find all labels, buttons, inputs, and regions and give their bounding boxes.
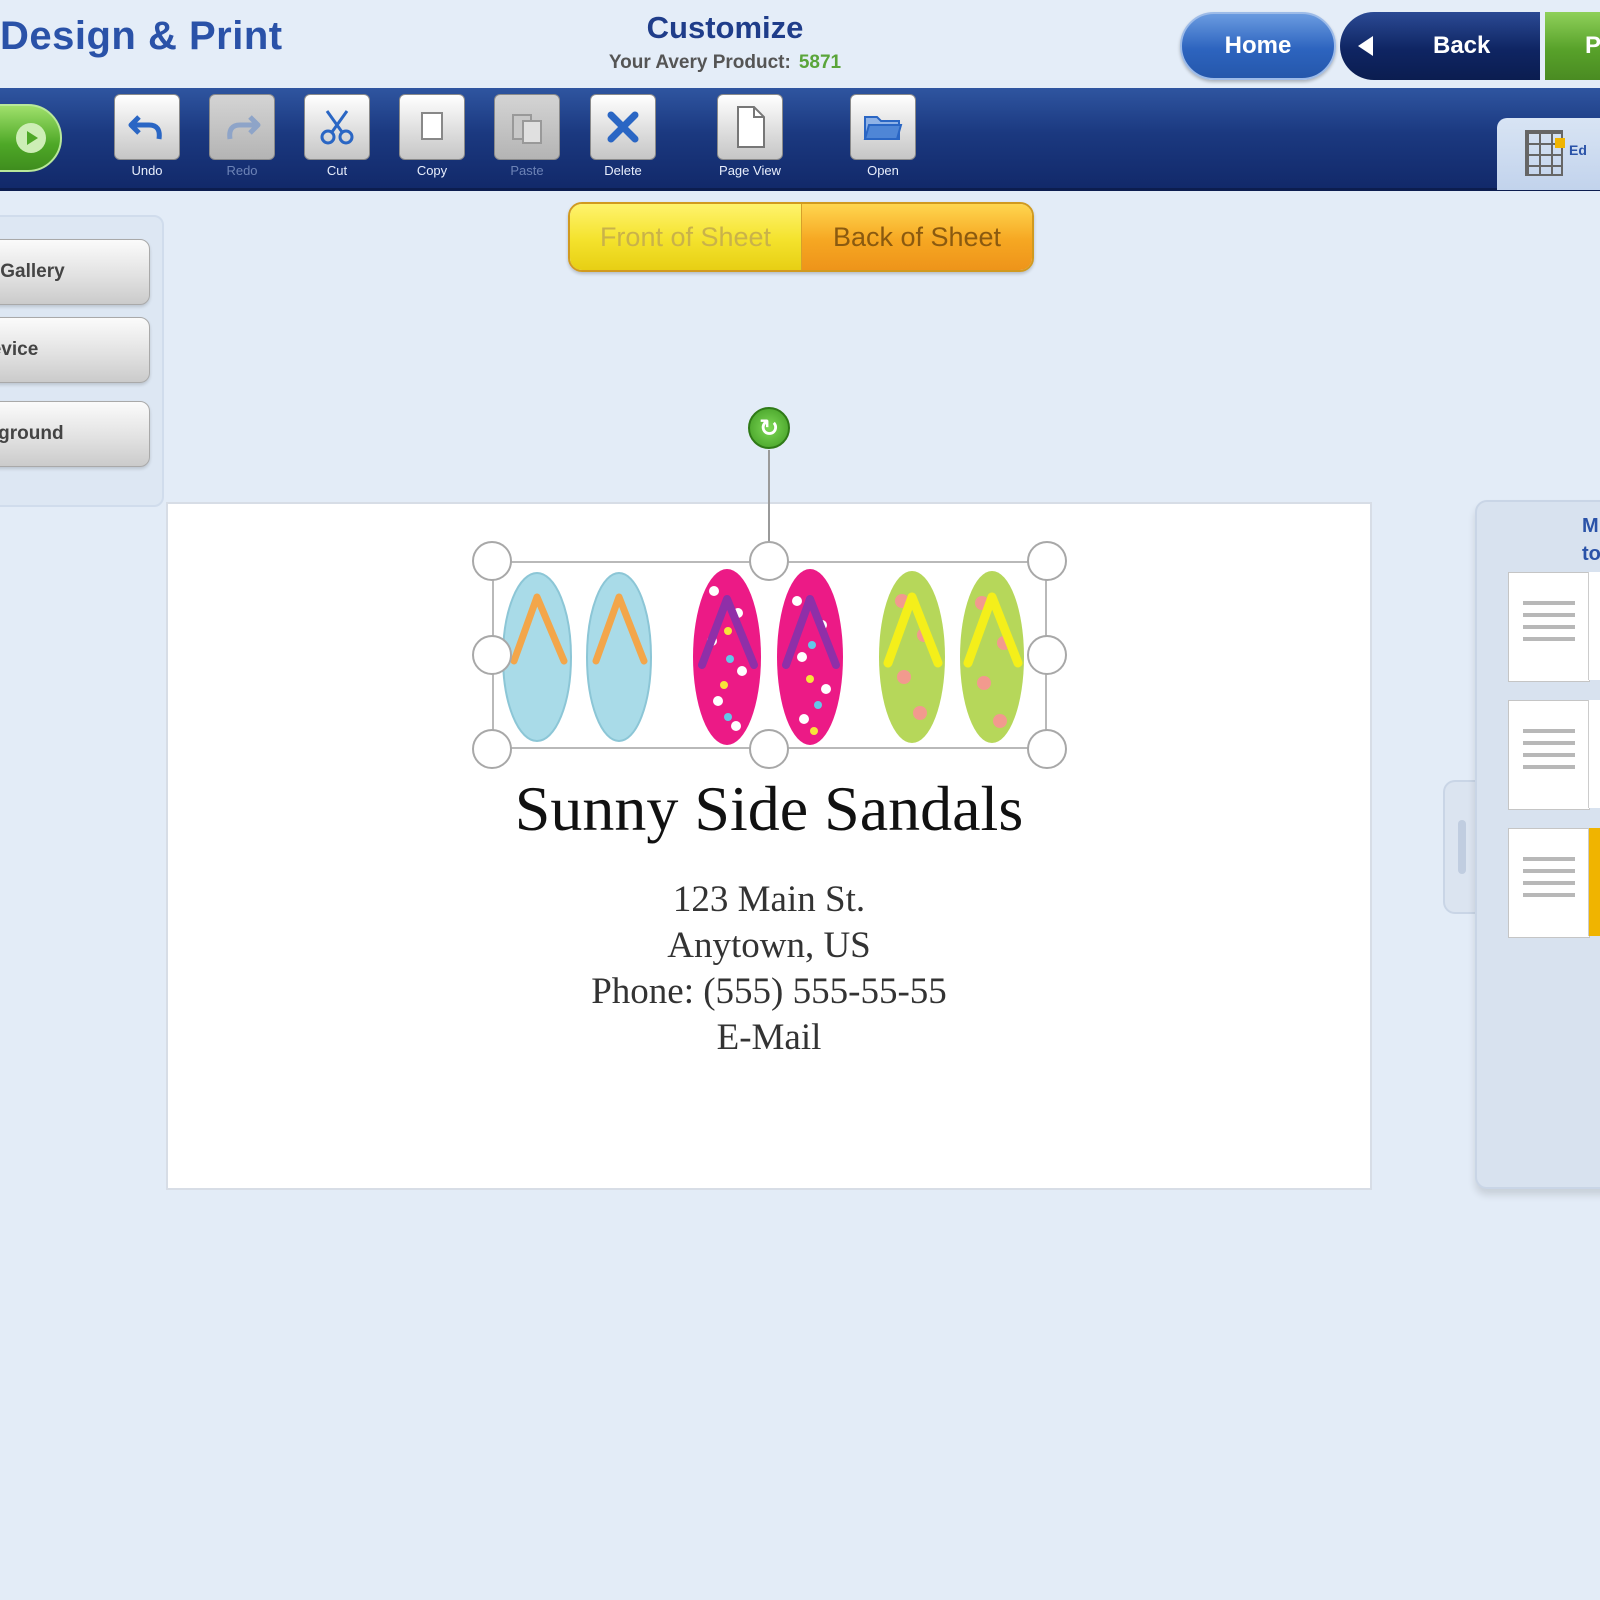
sidebar-item-label: ckground [0,423,64,444]
back-arrow-icon [1358,36,1373,56]
open-label: Open [867,163,899,178]
back-button[interactable]: Back [1340,12,1540,80]
copy-label: Copy [416,163,448,178]
play-button[interactable] [0,104,62,172]
layout-thumbnail[interactable] [1508,700,1590,810]
open-icon [850,94,916,160]
phone-line[interactable]: Phone: (555) 555-55-55 [166,970,1372,1013]
layout-thumbnail[interactable] [1508,572,1590,682]
home-button-label: Home [1224,32,1292,59]
cut-label: Cut [326,163,348,178]
resize-handle-right[interactable] [1027,635,1067,675]
layout-thumbnail[interactable] [1588,700,1600,808]
edit-tab[interactable]: Ed [1497,118,1600,190]
sidebar-item-gallery[interactable]: ry Gallery [0,239,150,305]
page-view-button[interactable]: Page View [715,94,785,178]
product-info: Your Avery Product: 5871 [540,52,910,74]
app-title: Design & Print [0,14,283,58]
resize-handle-top[interactable] [749,541,789,581]
paste-button[interactable]: Paste [492,94,562,178]
grid-highlight-icon [1555,138,1565,148]
delete-icon [590,94,656,160]
sidebar-item-label: Device [0,339,39,360]
redo-button[interactable]: Redo [207,94,277,178]
resize-handle-left[interactable] [472,635,512,675]
page-view-label: Page View [719,163,781,178]
right-panel-title: M to [1582,512,1600,568]
edit-tab-label: Ed [1569,142,1587,158]
product-label: Your Avery Product: [608,52,791,73]
delete-button[interactable]: Delete [588,94,658,178]
back-of-sheet-tab[interactable]: Back of Sheet [802,204,1032,270]
layout-thumbnail-selected[interactable] [1588,828,1600,936]
redo-label: Redo [226,163,258,178]
delete-label: Delete [604,163,642,178]
grid-icon [1525,130,1563,176]
play-icon [16,123,46,153]
email-line[interactable]: E-Mail [166,1016,1372,1059]
layout-thumbnail[interactable] [1588,572,1600,680]
selection-frame [492,561,1047,749]
right-panel-title-line: to [1582,543,1600,565]
sheet-toggle: Front of Sheet Back of Sheet [568,202,1034,272]
undo-label: Undo [131,163,163,178]
header: Design & Print Customize Your Avery Prod… [0,0,1600,88]
sidebar-item-background[interactable]: ckground [0,401,150,467]
paste-label: Paste [510,163,544,178]
resize-handle-bottom-right[interactable] [1027,729,1067,769]
right-panel-title-line: M [1582,515,1599,537]
address-line[interactable]: Anytown, US [166,924,1372,967]
copy-icon [399,94,465,160]
open-button[interactable]: Open [848,94,918,178]
paste-icon [494,94,560,160]
toolbar: Undo Redo Cut Copy Paste Delete Page Vie… [0,88,1600,191]
rotate-handle-icon[interactable]: ↻ [748,407,790,449]
layout-thumbnail[interactable] [1508,828,1590,938]
resize-handle-bottom[interactable] [749,729,789,769]
page-icon [717,94,783,160]
resize-handle-bottom-left[interactable] [472,729,512,769]
next-button-label: P [1585,32,1600,59]
sidebar-item-label: ry Gallery [0,261,65,282]
front-of-sheet-tab[interactable]: Front of Sheet [570,204,802,270]
scissors-icon [304,94,370,160]
undo-button[interactable]: Undo [112,94,182,178]
home-button[interactable]: Home [1180,12,1336,80]
resize-handle-top-right[interactable] [1027,541,1067,581]
next-button[interactable]: P [1545,12,1600,80]
resize-handle-top-left[interactable] [472,541,512,581]
product-number: 5871 [798,52,842,73]
back-button-label: Back [1433,32,1491,59]
business-name-text[interactable]: Sunny Side Sandals [166,772,1372,846]
address-line[interactable]: 123 Main St. [166,878,1372,921]
undo-icon [114,94,180,160]
copy-button[interactable]: Copy [397,94,467,178]
page-title: Customize [646,10,804,45]
sidebar-item-device[interactable]: Device [0,317,150,383]
left-panel: ry Gallery Device ckground [0,215,164,507]
cut-button[interactable]: Cut [302,94,372,178]
redo-icon [209,94,275,160]
